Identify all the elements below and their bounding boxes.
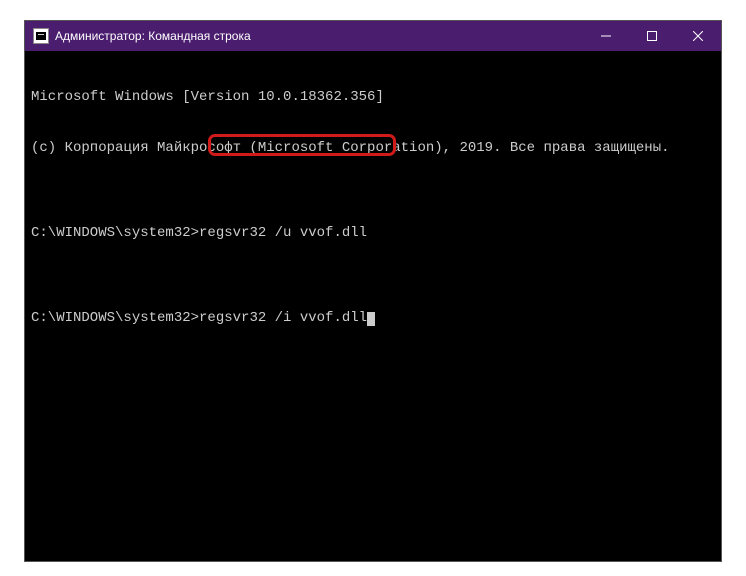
titlebar[interactable]: Администратор: Командная строка (25, 21, 721, 51)
command-line-1: C:\WINDOWS\system32>regsvr32 /u vvof.dll (31, 225, 715, 242)
command-text: regsvr32 /i vvof.dll (199, 310, 367, 326)
cmd-icon (33, 28, 49, 44)
maximize-button[interactable] (629, 21, 675, 51)
command-prompt-window: Администратор: Командная строка Microsof… (24, 20, 722, 562)
window-title: Администратор: Командная строка (55, 29, 583, 43)
prompt-path: C:\WINDOWS\system32> (31, 225, 199, 241)
close-button[interactable] (675, 21, 721, 51)
window-controls (583, 21, 721, 51)
command-line-2: C:\WINDOWS\system32>regsvr32 /i vvof.dll (31, 310, 715, 327)
copyright-line: (c) Корпорация Майкрософт (Microsoft Cor… (31, 140, 715, 157)
minimize-button[interactable] (583, 21, 629, 51)
prompt-path: C:\WINDOWS\system32> (31, 310, 199, 326)
terminal-output[interactable]: Microsoft Windows [Version 10.0.18362.35… (25, 51, 721, 561)
version-line: Microsoft Windows [Version 10.0.18362.35… (31, 89, 715, 106)
cursor (367, 312, 375, 326)
command-text: regsvr32 /u vvof.dll (199, 225, 367, 241)
